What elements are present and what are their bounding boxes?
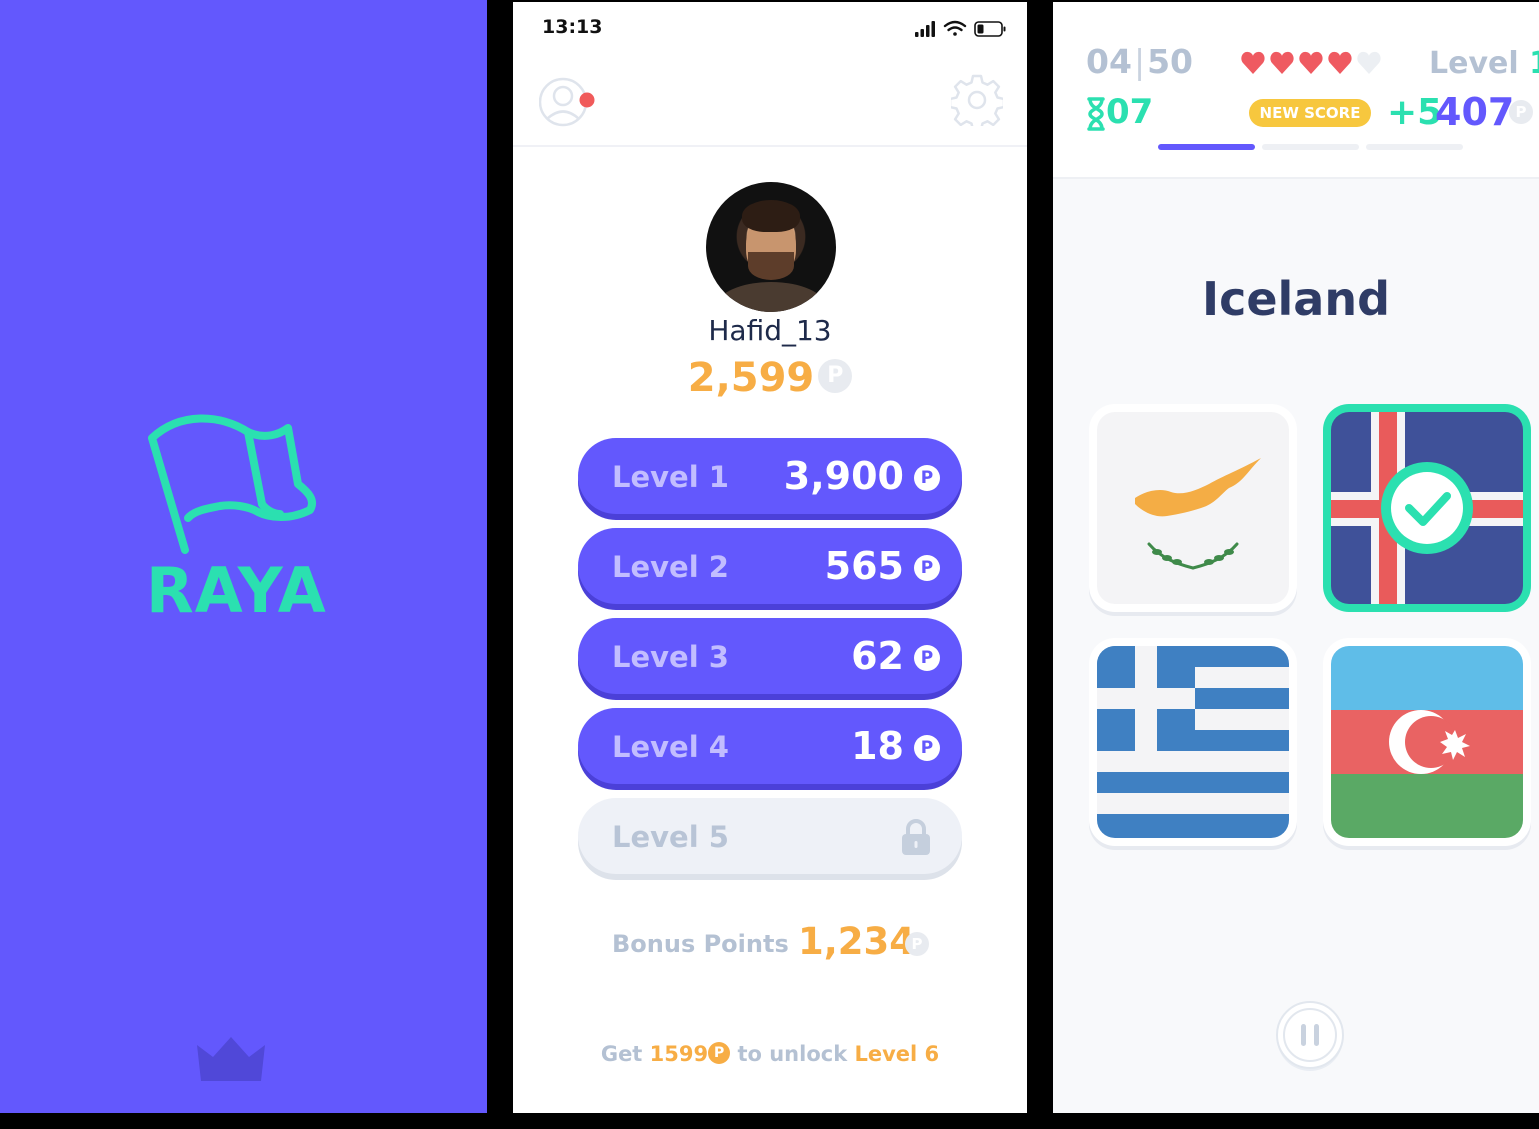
signal-icon (915, 21, 935, 37)
level-5-button[interactable]: Level 5 (578, 798, 962, 874)
avatar[interactable] (706, 182, 836, 312)
timer-value: 07 (1106, 92, 1154, 132)
unlock-target: Level 6 (854, 1042, 940, 1066)
azerbaijan-flag-icon (1331, 646, 1523, 838)
level-points: 3,900 (783, 454, 904, 498)
level-1-button[interactable]: Level 1 3,900 P (578, 438, 962, 514)
level-4-button[interactable]: Level 4 18 P (578, 708, 962, 784)
level-points: 62 (851, 634, 904, 678)
heart-icon (1328, 51, 1352, 74)
total-points: 2,599 P (513, 355, 1027, 401)
level-label: Level 1 (612, 460, 729, 494)
heart-icon (1299, 51, 1323, 74)
level-label: Level 5 (612, 820, 729, 854)
current-level: Level 1 (1429, 46, 1539, 81)
battery-icon (974, 21, 1006, 37)
coin-icon: P (1509, 100, 1533, 124)
username: Hafid_13 (708, 314, 832, 347)
coin-icon: P (914, 735, 940, 761)
timer-icon (1087, 97, 1105, 131)
bonus-points-label: Bonus Points (612, 930, 789, 958)
lock-icon (902, 819, 930, 855)
question-counter: 04|50 (1086, 42, 1193, 81)
flag-option-iceland[interactable] (1323, 404, 1531, 612)
coin-icon: P (708, 1042, 731, 1064)
status-icons (915, 20, 1006, 37)
flag-logo-icon (148, 414, 317, 554)
score-value: 407 (1435, 90, 1515, 134)
progress-segment (1262, 144, 1359, 150)
level-2-button[interactable]: Level 2 565 P (578, 528, 962, 604)
progress-segment (1366, 144, 1463, 150)
status-time: 13:13 (542, 16, 603, 38)
progress-segment (1158, 144, 1255, 150)
bonus-points-value: 1,234 (798, 920, 916, 963)
level-points: 565 (824, 544, 904, 588)
flag-option-cyprus[interactable] (1089, 404, 1297, 612)
pause-button[interactable] (1274, 1000, 1346, 1072)
cyprus-flag-icon (1097, 412, 1289, 604)
level-label: Level 4 (612, 730, 729, 764)
score-delta: +5 (1387, 92, 1443, 133)
question-country: Iceland (1201, 272, 1391, 326)
unlock-hint: Get 1599 P to unlock Level 6 (600, 1042, 940, 1066)
flag-option-azerbaijan[interactable] (1323, 638, 1531, 846)
flag-option-greece[interactable] (1089, 638, 1297, 846)
heart-icon (1357, 51, 1381, 74)
level-label: Level 2 (612, 550, 729, 584)
total-points-value: 2,599 (687, 355, 815, 401)
heart-icon (1241, 51, 1265, 74)
header-divider (513, 145, 1027, 147)
new-score-badge: NEW SCORE (1249, 99, 1371, 127)
coin-icon: P (905, 932, 929, 956)
crown-icon (197, 1037, 265, 1081)
splash-screen: RAYA (0, 0, 487, 1113)
app-name: RAYA (146, 554, 327, 627)
coin-icon: P (914, 465, 940, 491)
level-3-button[interactable]: Level 3 62 P (578, 618, 962, 694)
user-profile-icon[interactable] (539, 74, 599, 130)
profile-screen: 13:13 Hafid_13 2,599 P Level 1 3,900 P L… (513, 2, 1027, 1113)
level-label: Level 3 (612, 640, 729, 674)
coin-icon: P (914, 645, 940, 671)
game-screen: 04|50 Level 1 07 NEW SCORE +5 407 P Icel… (1053, 2, 1539, 1113)
level-points: 18 (851, 724, 904, 768)
lives-hearts (1241, 51, 1381, 74)
iceland-flag-icon (1331, 412, 1523, 604)
unlock-amount: 1599 (649, 1042, 709, 1066)
heart-icon (1270, 51, 1294, 74)
greece-flag-icon (1097, 646, 1289, 838)
wifi-icon (943, 20, 967, 36)
settings-gear-icon[interactable] (951, 74, 1003, 126)
game-header: 04|50 Level 1 07 NEW SCORE +5 407 P (1053, 2, 1539, 179)
coin-icon: P (914, 555, 940, 581)
coin-icon: P (818, 359, 853, 393)
